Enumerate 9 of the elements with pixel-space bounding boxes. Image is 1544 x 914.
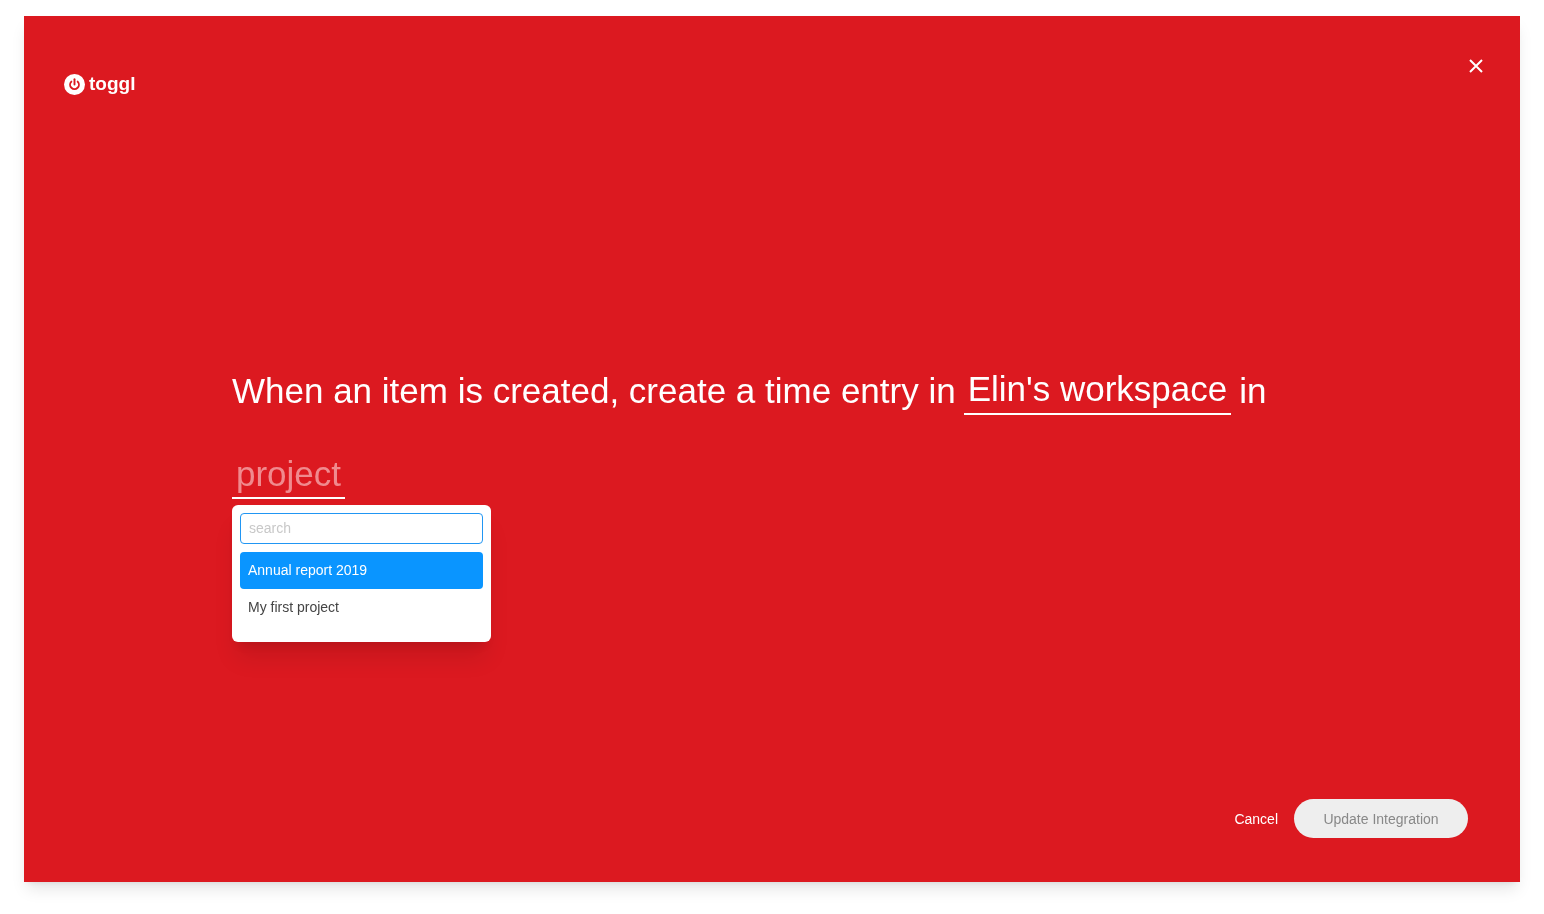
sentence-text: When an item is created, create a time entry in [232, 369, 956, 412]
dropdown-option[interactable]: My first project [240, 588, 483, 626]
cancel-button[interactable]: Cancel [1234, 808, 1278, 829]
sentence-text: in [1239, 369, 1267, 412]
close-icon [1468, 58, 1484, 74]
workspace-dropdown[interactable]: Elin's workspace [963, 364, 1232, 415]
power-icon [64, 73, 85, 95]
logo-text: toggl [89, 72, 136, 96]
dropdown-option[interactable]: Annual report 2019 [240, 551, 483, 589]
